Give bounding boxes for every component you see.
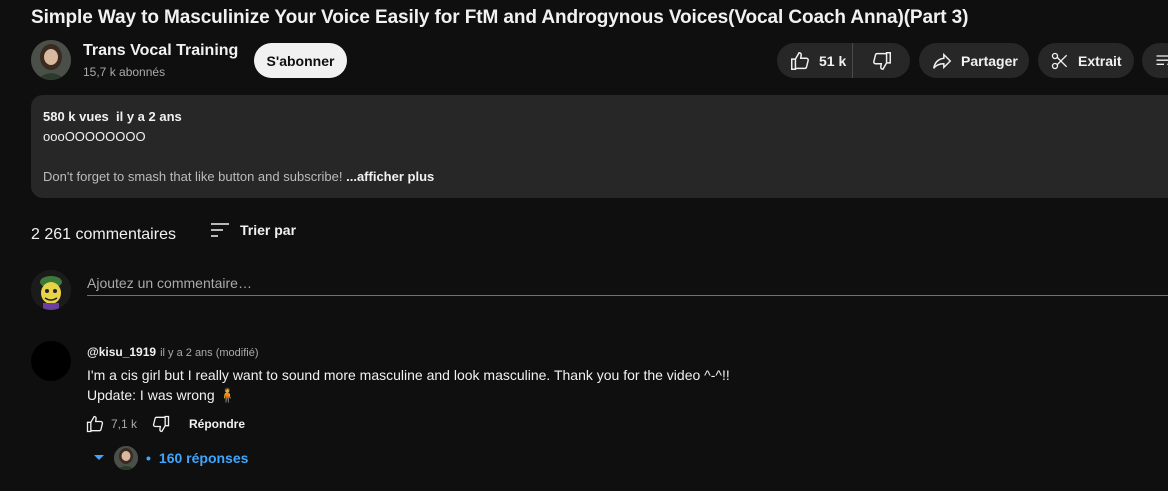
clip-button[interactable]: Extrait <box>1038 43 1134 78</box>
comment-time[interactable]: il y a 2 ans (modifié) <box>160 347 258 359</box>
sort-button[interactable]: Trier par <box>210 222 296 238</box>
video-title: Simple Way to Masculinize Your Voice Eas… <box>31 7 969 28</box>
share-label: Partager <box>961 52 1018 69</box>
view-replies-button[interactable]: • 160 réponses <box>92 446 248 470</box>
reply-button[interactable]: Répondre <box>189 417 245 431</box>
description-box[interactable]: 580 k vues il y a 2 ans oooOOOOOOOO Don'… <box>31 95 1168 198</box>
thumbs-down-icon <box>871 50 893 72</box>
channel-name[interactable]: Trans Vocal Training <box>83 42 238 60</box>
sort-icon <box>210 222 230 238</box>
like-count: 51 k <box>819 52 847 69</box>
comment-actions: 7,1 k Répondre <box>85 414 245 434</box>
comment-like-button[interactable] <box>85 414 105 434</box>
subscribe-button[interactable]: S'abonner <box>254 43 347 78</box>
chevron-down-icon <box>92 453 106 463</box>
description-text: oooOOOOOOOO <box>43 129 146 144</box>
comment-like-count: 7,1 k <box>111 417 138 431</box>
save-playlist-button[interactable] <box>1142 43 1168 78</box>
description-preview: Don't forget to smash that like button a… <box>43 169 434 184</box>
playlist-add-icon <box>1154 51 1168 71</box>
sort-label: Trier par <box>240 222 297 238</box>
user-avatar-image <box>31 270 71 310</box>
thumbs-up-icon <box>86 415 104 433</box>
comment-avatar[interactable] <box>31 341 71 381</box>
replies-count: 160 réponses <box>158 450 249 466</box>
comment-text-update: Update: I was wrong 🧍 <box>87 387 236 403</box>
creator-reply-avatar <box>114 446 138 470</box>
share-arrow-icon <box>931 50 953 72</box>
channel-avatar-image <box>31 40 71 80</box>
dislike-button[interactable] <box>853 43 910 78</box>
comment-dislike-button[interactable] <box>151 414 171 434</box>
description-snippet: Don't forget to smash that like button a… <box>43 169 347 184</box>
like-button[interactable]: 51 k <box>777 43 853 78</box>
scissors-icon <box>1050 51 1070 71</box>
channel-avatar[interactable] <box>31 40 71 80</box>
share-button[interactable]: Partager <box>919 43 1029 78</box>
comment-text: I'm a cis girl but I really want to soun… <box>87 367 730 383</box>
thumbs-down-icon <box>152 415 170 433</box>
comment-header: @kisu_1919 il y a 2 ans (modifié) <box>87 345 259 359</box>
subscriber-count: 15,7 k abonnés <box>83 65 166 79</box>
view-stats: 580 k vues il y a 2 ans <box>43 109 182 124</box>
like-dislike-group: 51 k <box>777 43 910 78</box>
user-avatar <box>31 270 71 310</box>
thumbs-up-icon <box>789 50 811 72</box>
clip-label: Extrait <box>1078 52 1122 69</box>
comment-count: 2 261 commentaires <box>31 226 176 243</box>
comment-username[interactable]: @kisu_1919 <box>87 345 156 359</box>
show-more-link[interactable]: ...afficher plus <box>346 169 434 184</box>
replies-separator: • <box>146 450 151 466</box>
add-comment-input[interactable] <box>87 271 1168 296</box>
